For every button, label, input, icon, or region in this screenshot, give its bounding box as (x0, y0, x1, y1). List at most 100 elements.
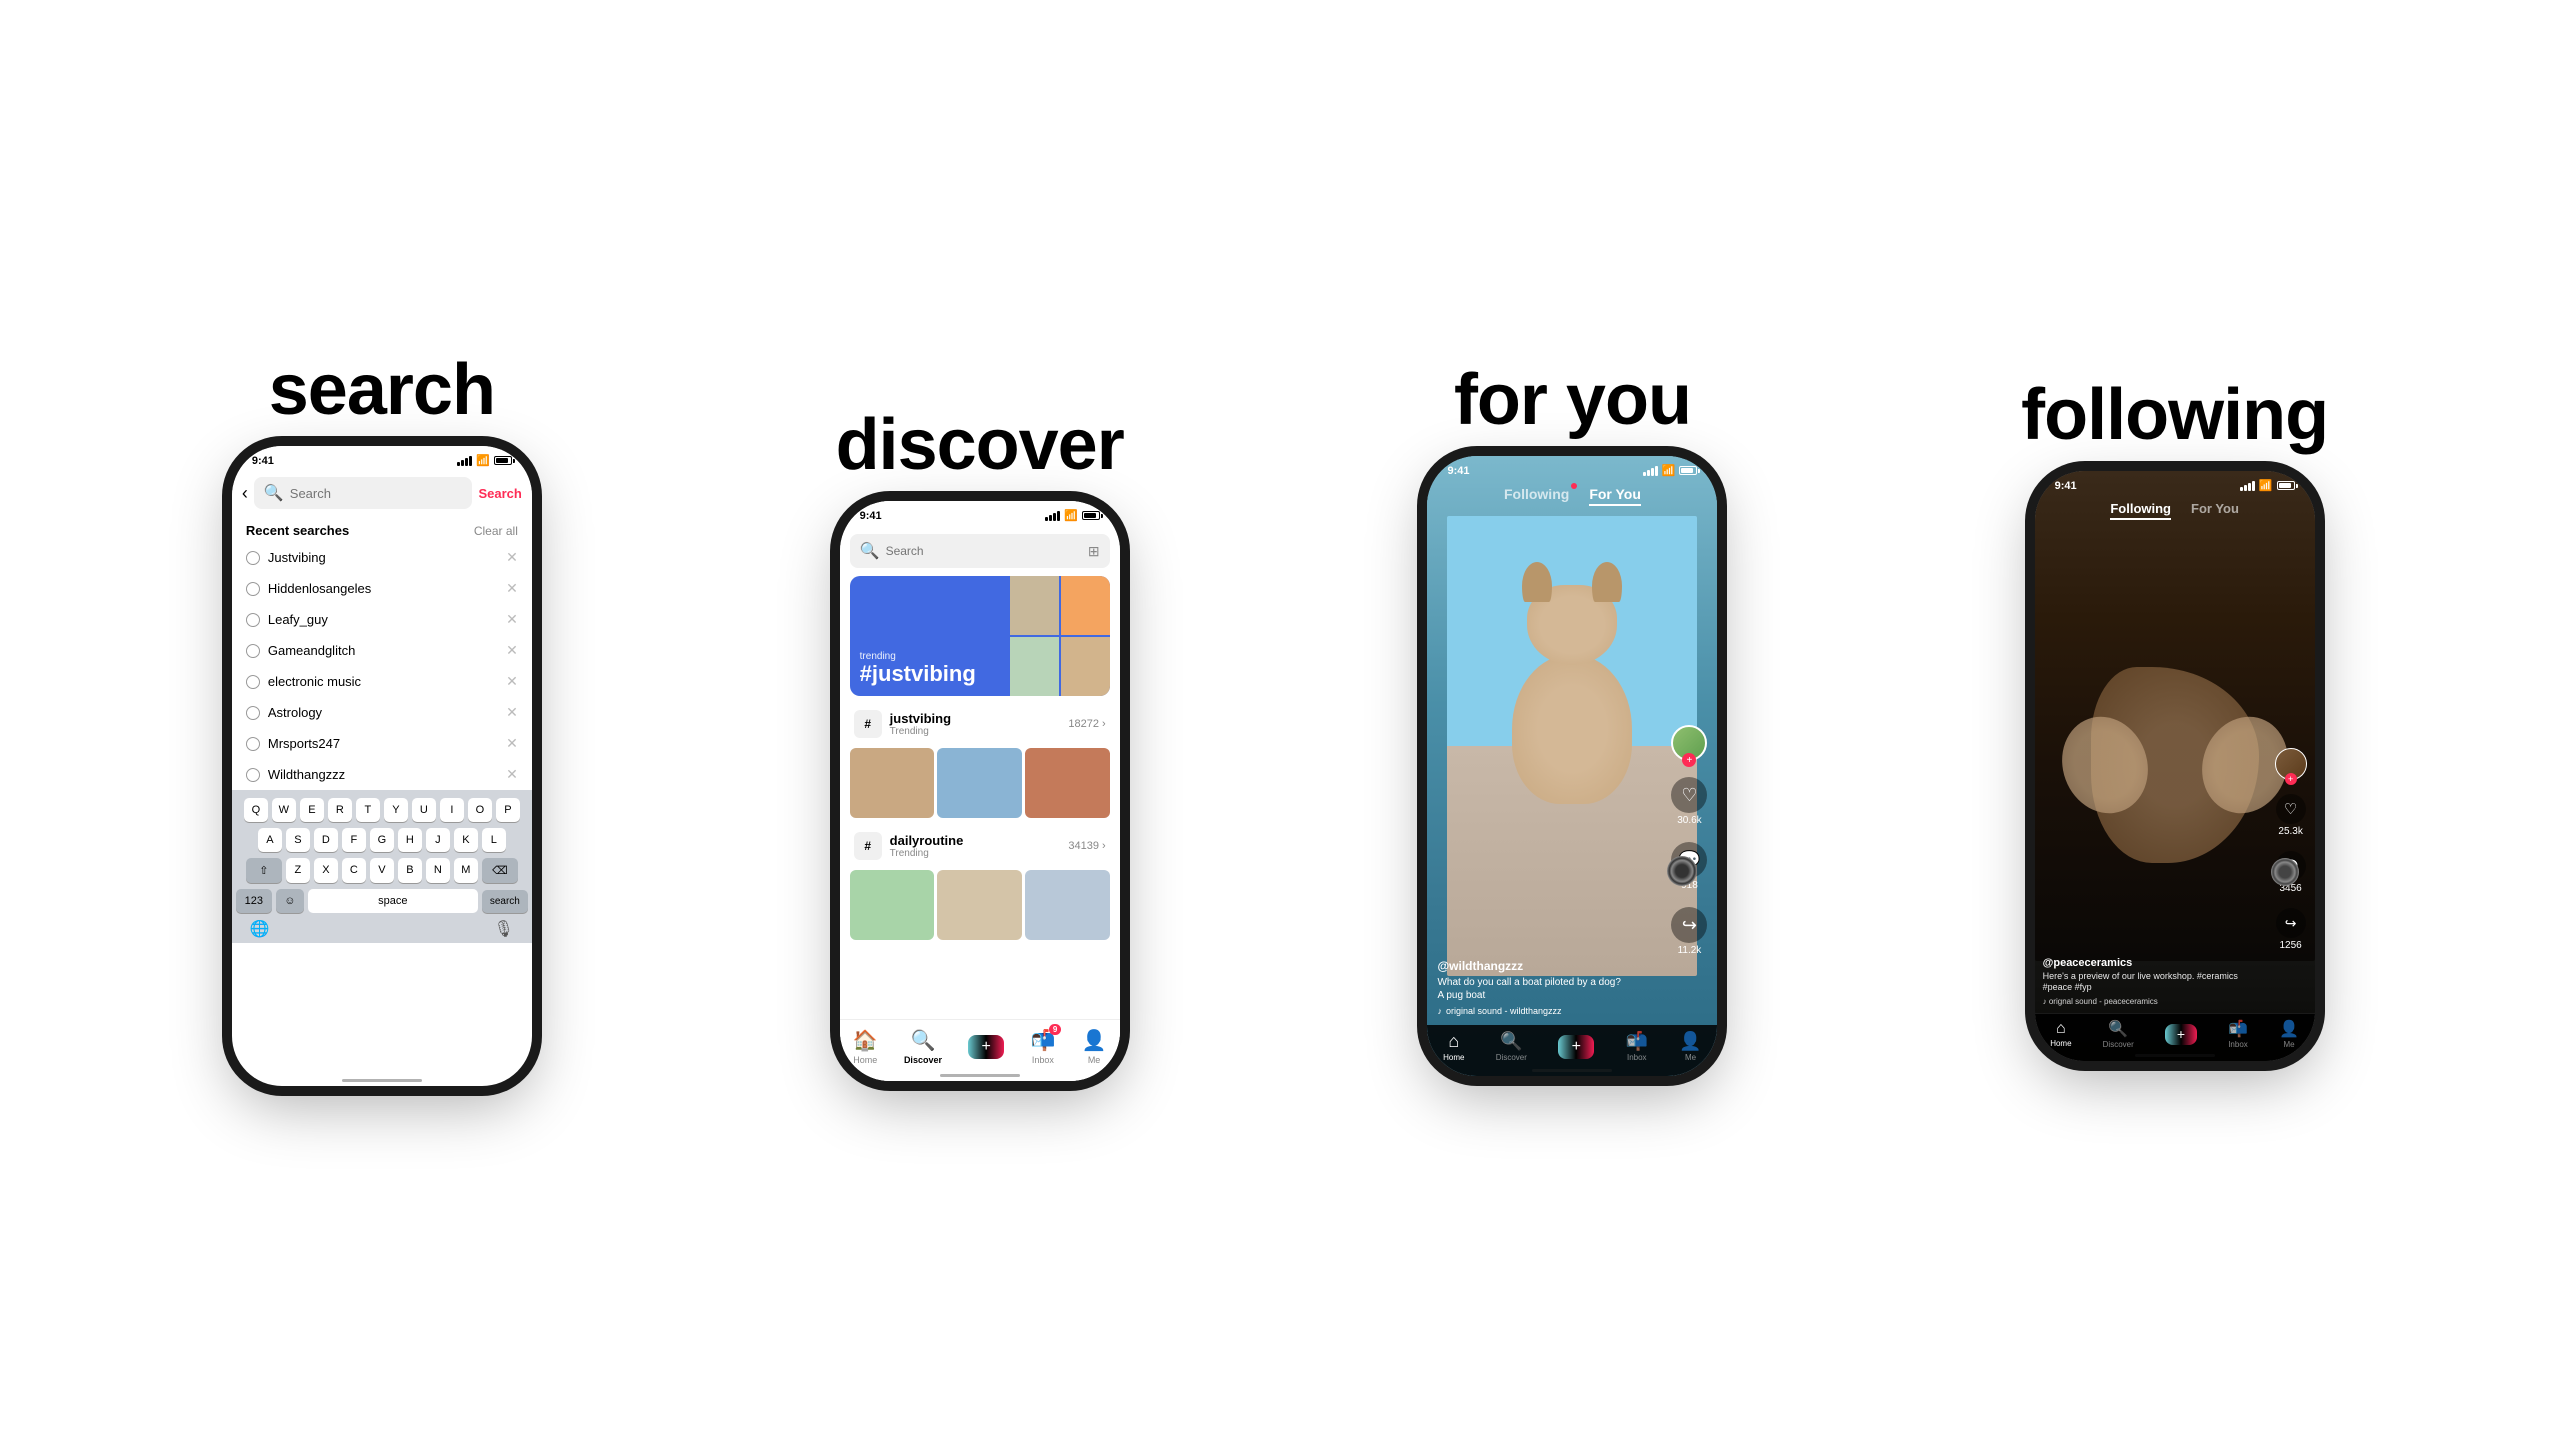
key-search[interactable]: search (482, 890, 528, 913)
search-input[interactable] (290, 486, 463, 501)
nav-me[interactable]: 👤 Me (1082, 1028, 1107, 1065)
share-button[interactable]: ↪ (2276, 908, 2306, 938)
close-icon[interactable]: ✕ (506, 611, 518, 628)
key-o[interactable]: O (468, 798, 492, 822)
search-input-wrapper[interactable]: 🔍 (254, 477, 473, 509)
nav-home[interactable]: ⌂ Home (2050, 1020, 2071, 1048)
nav-discover[interactable]: 🔍 Discover (1496, 1031, 1527, 1062)
close-icon[interactable]: ✕ (506, 642, 518, 659)
foryou-section: for you 9:41 (1427, 364, 1717, 1076)
key-j[interactable]: J (426, 828, 450, 852)
search-status-icons: 📶 (457, 454, 512, 467)
close-icon[interactable]: ✕ (506, 673, 518, 690)
key-w[interactable]: W (272, 798, 296, 822)
nav-inbox[interactable]: 📬 9 Inbox (1030, 1028, 1055, 1065)
key-c[interactable]: C (342, 858, 366, 883)
follow-button[interactable]: + (1682, 753, 1696, 767)
close-icon[interactable]: ✕ (506, 580, 518, 597)
key-b[interactable]: B (398, 858, 422, 883)
key-g[interactable]: G (370, 828, 394, 852)
key-n[interactable]: N (426, 858, 450, 883)
key-globe[interactable]: 🌐 (250, 919, 270, 939)
key-123[interactable]: 123 (236, 889, 272, 913)
foryou-right-actions: + ♡ 30.6k 💬 918 ↪ 11.2k (1671, 725, 1707, 956)
clear-all-button[interactable]: Clear all (474, 524, 518, 538)
key-shift[interactable]: ⇧ (246, 858, 282, 883)
close-icon[interactable]: ✕ (506, 549, 518, 566)
search-item[interactable]: Justvibing ✕ (232, 542, 532, 573)
trend-name-1: justvibing (890, 711, 1061, 726)
discover-content: 9:41 📶 🔍 (840, 501, 1120, 1081)
key-f[interactable]: F (342, 828, 366, 852)
share-count: 11.2k (1678, 945, 1702, 956)
search-item[interactable]: Gameandglitch ✕ (232, 635, 532, 666)
nav-me[interactable]: 👤 Me (2279, 1019, 2299, 1049)
share-action[interactable]: ↪ 1256 (2276, 908, 2306, 951)
key-e[interactable]: E (300, 798, 324, 822)
bar4 (1655, 466, 1658, 476)
nav-plus[interactable]: + (1558, 1035, 1594, 1059)
key-space[interactable]: space (308, 889, 478, 913)
nav-discover[interactable]: 🔍 Discover (904, 1028, 942, 1065)
nav-inbox[interactable]: 📬 Inbox (1626, 1031, 1648, 1062)
nav-inbox[interactable]: 📬 Inbox (2228, 1019, 2248, 1049)
key-emoji[interactable]: ☺ (276, 889, 304, 913)
search-item[interactable]: Astrology ✕ (232, 697, 532, 728)
create-button[interactable]: + (2165, 1024, 2197, 1045)
nav-home[interactable]: ⌂ Home (1443, 1031, 1464, 1062)
search-button[interactable]: Search (478, 486, 521, 501)
key-x[interactable]: X (314, 858, 338, 883)
expand-icon[interactable]: ⊞ (1088, 543, 1100, 560)
trend-row-1[interactable]: # justvibing Trending 18272 › (840, 704, 1120, 744)
search-item[interactable]: Mrsports247 ✕ (232, 728, 532, 759)
follow-button[interactable]: + (2285, 773, 2297, 785)
like-action[interactable]: ♡ 25.3k (2276, 794, 2306, 837)
like-button[interactable]: ♡ (1671, 777, 1707, 813)
search-item[interactable]: Hiddenlosangeles ✕ (232, 573, 532, 604)
tab-following[interactable]: Following (2110, 501, 2171, 520)
key-h[interactable]: H (398, 828, 422, 852)
discover-search-bar[interactable]: 🔍 ⊞ (850, 534, 1110, 568)
create-button[interactable]: + (968, 1035, 1004, 1059)
tab-following[interactable]: Following (1504, 486, 1569, 506)
key-v[interactable]: V (370, 858, 394, 883)
nav-discover[interactable]: 🔍 Discover (2103, 1019, 2134, 1049)
create-button[interactable]: + (1558, 1035, 1594, 1059)
key-d[interactable]: D (314, 828, 338, 852)
key-r[interactable]: R (328, 798, 352, 822)
key-u[interactable]: U (412, 798, 436, 822)
trend-row-2[interactable]: # dailyroutine Trending 34139 › (840, 826, 1120, 866)
tab-foryou[interactable]: For You (1589, 486, 1641, 506)
search-item[interactable]: Leafy_guy ✕ (232, 604, 532, 635)
key-s[interactable]: S (286, 828, 310, 852)
close-icon[interactable]: ✕ (506, 704, 518, 721)
like-button[interactable]: ♡ (2276, 794, 2306, 824)
nav-plus[interactable]: + (968, 1035, 1004, 1059)
share-action[interactable]: ↪ 11.2k (1671, 907, 1707, 956)
share-button[interactable]: ↪ (1671, 907, 1707, 943)
search-item[interactable]: Wildthangzzz ✕ (232, 759, 532, 790)
key-q[interactable]: Q (244, 798, 268, 822)
key-l[interactable]: L (482, 828, 506, 852)
like-action[interactable]: ♡ 30.6k (1671, 777, 1707, 826)
search-item[interactable]: electronic music ✕ (232, 666, 532, 697)
nav-home[interactable]: 🏠 Home (853, 1028, 878, 1065)
nav-me[interactable]: 👤 Me (1679, 1031, 1701, 1062)
key-i[interactable]: I (440, 798, 464, 822)
close-icon[interactable]: ✕ (506, 735, 518, 752)
search-title: search (269, 354, 495, 426)
key-p[interactable]: P (496, 798, 520, 822)
key-t[interactable]: T (356, 798, 380, 822)
discover-search-input[interactable] (886, 544, 1082, 558)
key-a[interactable]: A (258, 828, 282, 852)
key-mic[interactable]: 🎙 (494, 919, 514, 939)
back-button[interactable]: ‹ (242, 483, 248, 504)
key-delete[interactable]: ⌫ (482, 858, 518, 883)
key-y[interactable]: Y (384, 798, 408, 822)
key-z[interactable]: Z (286, 858, 310, 883)
nav-plus[interactable]: + (2165, 1024, 2197, 1045)
tab-foryou[interactable]: For You (2191, 501, 2239, 520)
close-icon[interactable]: ✕ (506, 766, 518, 783)
key-k[interactable]: K (454, 828, 478, 852)
key-m[interactable]: M (454, 858, 478, 883)
